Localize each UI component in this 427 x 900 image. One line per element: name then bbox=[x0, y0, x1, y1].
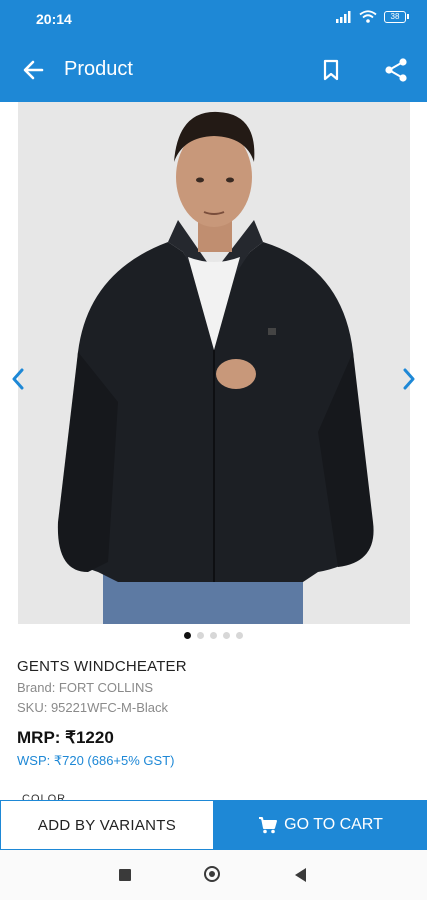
home-icon[interactable] bbox=[204, 866, 220, 882]
product-mrp: MRP: ₹1220 bbox=[17, 728, 114, 747]
next-image-chevron-icon[interactable] bbox=[399, 364, 419, 394]
status-icons: 38 bbox=[336, 10, 409, 23]
battery-icon: 38 bbox=[384, 10, 409, 23]
product-brand: Brand: FORT COLLINS bbox=[17, 680, 154, 695]
share-icon[interactable] bbox=[382, 56, 410, 84]
battery-level: 38 bbox=[384, 10, 406, 23]
wifi-icon bbox=[359, 10, 377, 23]
recent-apps-icon[interactable] bbox=[119, 869, 131, 881]
carousel-dot[interactable] bbox=[223, 632, 230, 639]
page-title: Product bbox=[64, 58, 133, 80]
bottom-action-bar: ADD BY VARIANTS GO TO CART bbox=[0, 800, 427, 850]
product-wsp: WSP: ₹720 (686+5% GST) bbox=[17, 753, 175, 768]
go-to-cart-label: GO TO CART bbox=[284, 816, 383, 833]
carousel-dot-active[interactable] bbox=[184, 632, 191, 639]
system-back-icon[interactable] bbox=[295, 868, 306, 882]
product-name: GENTS WINDCHEATER bbox=[17, 658, 187, 675]
signal-icon bbox=[336, 10, 351, 23]
system-navigation-bar bbox=[0, 850, 427, 900]
add-by-variants-label: ADD BY VARIANTS bbox=[37, 816, 177, 834]
previous-image-chevron-icon[interactable] bbox=[8, 364, 28, 394]
product-image-illustration bbox=[18, 102, 410, 624]
carousel-dot[interactable] bbox=[236, 632, 243, 639]
product-info: GENTS WINDCHEATER Brand: FORT COLLINS SK… bbox=[17, 658, 412, 769]
carousel-dot[interactable] bbox=[197, 632, 204, 639]
cart-icon bbox=[259, 817, 278, 834]
app-bar: Product bbox=[0, 38, 427, 102]
product-sku: SKU: 95221WFC-M-Black bbox=[17, 700, 168, 715]
go-to-cart-button[interactable]: GO TO CART bbox=[214, 800, 427, 850]
product-image-gallery[interactable] bbox=[0, 102, 427, 624]
status-time: 20:14 bbox=[36, 11, 72, 27]
back-arrow-icon[interactable] bbox=[20, 56, 48, 84]
product-photo bbox=[18, 102, 410, 624]
bookmark-icon[interactable] bbox=[320, 58, 342, 82]
status-bar: 20:14 38 bbox=[0, 0, 427, 38]
carousel-indicator bbox=[0, 632, 427, 639]
carousel-dot[interactable] bbox=[210, 632, 217, 639]
add-by-variants-button[interactable]: ADD BY VARIANTS bbox=[0, 800, 214, 850]
